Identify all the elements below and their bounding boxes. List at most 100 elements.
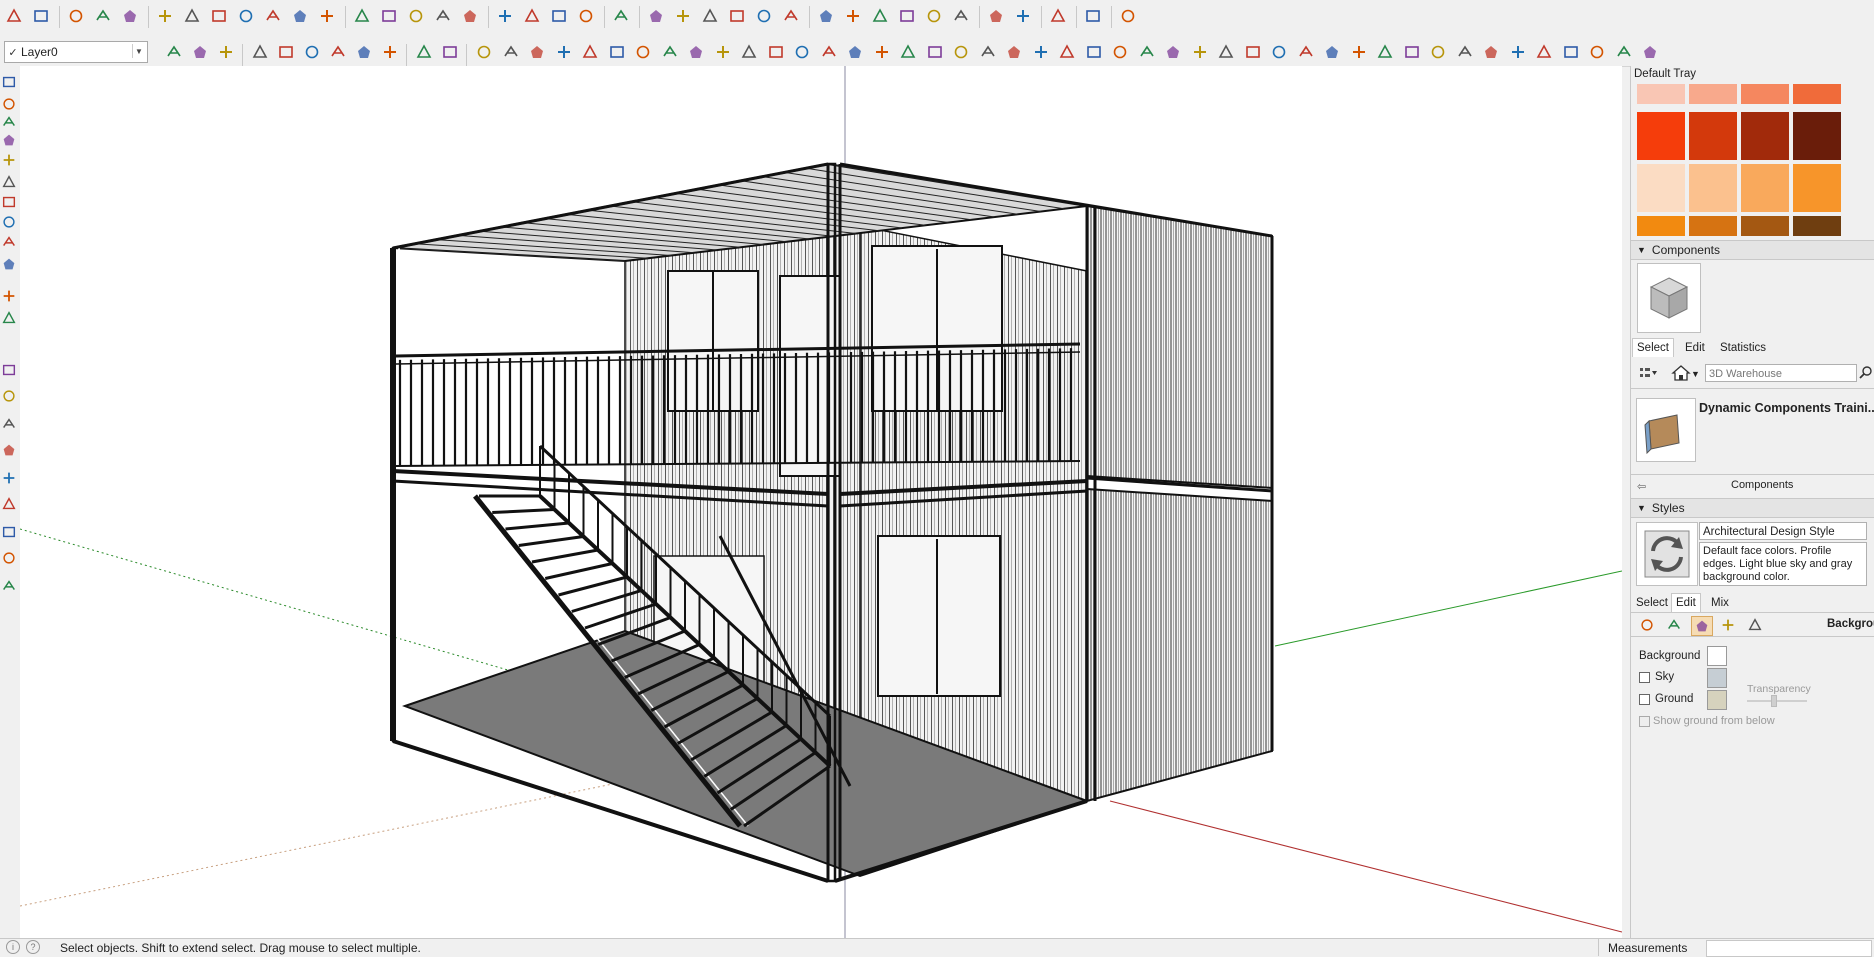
plugin-tool-icon[interactable] bbox=[872, 42, 892, 62]
blue-arrow-icon[interactable] bbox=[1, 416, 17, 432]
plugin-tool-icon[interactable] bbox=[1561, 42, 1581, 62]
material-swatch[interactable] bbox=[1741, 164, 1789, 212]
image-igloo-icon[interactable] bbox=[1, 496, 17, 512]
plugin-tool-icon[interactable] bbox=[1004, 42, 1024, 62]
paste-icon[interactable] bbox=[302, 42, 322, 62]
plugin-tool-icon[interactable] bbox=[1216, 42, 1236, 62]
material-swatch[interactable] bbox=[1689, 164, 1737, 212]
ruby-icon[interactable] bbox=[576, 6, 596, 26]
plugin-tool-icon[interactable] bbox=[925, 42, 945, 62]
plugin-tool-icon[interactable] bbox=[792, 42, 812, 62]
zoom-extents-icon[interactable] bbox=[460, 6, 480, 26]
components-tab-select[interactable]: Select bbox=[1632, 338, 1674, 357]
material-swatch[interactable] bbox=[1637, 112, 1685, 160]
plugin-tool-icon[interactable] bbox=[527, 42, 547, 62]
plugin-tool-icon[interactable] bbox=[1587, 42, 1607, 62]
plugin-tool-icon[interactable] bbox=[1137, 42, 1157, 62]
drawing-viewport[interactable] bbox=[20, 66, 1622, 938]
push-pull-icon[interactable] bbox=[155, 6, 175, 26]
material-swatch[interactable] bbox=[1793, 112, 1841, 160]
material-swatch[interactable] bbox=[1793, 84, 1841, 104]
plugin-tool-icon[interactable] bbox=[1375, 42, 1395, 62]
house-plugin-icon[interactable] bbox=[1, 234, 17, 250]
plugin-tool-icon[interactable] bbox=[978, 42, 998, 62]
move-icon[interactable] bbox=[209, 6, 229, 26]
plugin-tool-icon[interactable] bbox=[1428, 42, 1448, 62]
hidden-line-icon[interactable] bbox=[870, 6, 890, 26]
walk-icon[interactable] bbox=[1, 74, 17, 90]
plugin-tool-icon[interactable] bbox=[1402, 42, 1422, 62]
view-back-icon[interactable] bbox=[754, 6, 774, 26]
material-swatch[interactable] bbox=[1741, 216, 1789, 236]
color-palette-icon[interactable] bbox=[1048, 6, 1068, 26]
material-swatch[interactable] bbox=[1689, 216, 1737, 236]
plugin-tool-icon[interactable] bbox=[1163, 42, 1183, 62]
red-hook-icon[interactable] bbox=[1, 550, 17, 566]
pencil-line-icon[interactable] bbox=[66, 6, 86, 26]
material-swatch[interactable] bbox=[1637, 84, 1685, 104]
rotate-icon[interactable] bbox=[236, 6, 256, 26]
plugin-tool-icon[interactable] bbox=[580, 42, 600, 62]
measurements-input[interactable] bbox=[1706, 940, 1872, 957]
scale-icon[interactable] bbox=[263, 6, 283, 26]
plugin-tool-icon[interactable] bbox=[1057, 42, 1077, 62]
show-ground-checkbox[interactable] bbox=[1639, 716, 1650, 727]
plugin-tool-icon[interactable] bbox=[1243, 42, 1263, 62]
plugin-tool-icon[interactable] bbox=[766, 42, 786, 62]
background-color-swatch[interactable] bbox=[1707, 646, 1727, 666]
monochrome-icon[interactable] bbox=[951, 6, 971, 26]
tree-plugin-icon[interactable] bbox=[1, 174, 17, 190]
follow-me-icon[interactable] bbox=[182, 6, 202, 26]
material-swatch[interactable] bbox=[1637, 216, 1685, 236]
plugin-tool-icon[interactable] bbox=[1031, 42, 1051, 62]
search-icon[interactable] bbox=[1858, 364, 1874, 382]
modeling-settings-icon[interactable] bbox=[1745, 616, 1765, 634]
collection-title[interactable]: Dynamic Components Traini... bbox=[1699, 401, 1874, 415]
plugin-tool-icon[interactable] bbox=[633, 42, 653, 62]
share-model-icon[interactable] bbox=[522, 6, 542, 26]
home-icon[interactable] bbox=[1671, 364, 1691, 382]
ground-checkbox[interactable] bbox=[1639, 694, 1650, 705]
warehouse-search-input[interactable]: 3D Warehouse bbox=[1705, 364, 1857, 382]
plugin-tool-icon[interactable] bbox=[474, 42, 494, 62]
xray-icon[interactable] bbox=[816, 6, 836, 26]
material-swatch[interactable] bbox=[1689, 84, 1737, 104]
pan-icon[interactable] bbox=[406, 6, 426, 26]
section-icon[interactable] bbox=[1, 132, 17, 148]
material-swatch[interactable] bbox=[1793, 164, 1841, 212]
rainbow-icon[interactable] bbox=[1, 578, 17, 594]
cut-icon[interactable] bbox=[250, 42, 270, 62]
undo-icon[interactable] bbox=[354, 42, 374, 62]
plugin-tool-icon[interactable] bbox=[1455, 42, 1475, 62]
plugin-tool-icon[interactable] bbox=[554, 42, 574, 62]
user-account-icon[interactable] bbox=[611, 6, 631, 26]
blue-plane-icon[interactable] bbox=[1, 388, 17, 404]
styles-tab-mix[interactable]: Mix bbox=[1707, 594, 1733, 612]
red-u-icon[interactable] bbox=[1, 524, 17, 540]
material-swatch[interactable] bbox=[1741, 84, 1789, 104]
components-panel-header[interactable]: ▼ Components bbox=[1631, 240, 1874, 260]
material-swatch[interactable] bbox=[1793, 216, 1841, 236]
plugin-tool-icon[interactable] bbox=[845, 42, 865, 62]
view-options-icon[interactable] bbox=[1637, 364, 1661, 382]
sun-shadow-icon[interactable] bbox=[1, 194, 17, 210]
plugin-tool-icon[interactable] bbox=[1508, 42, 1528, 62]
open-icon[interactable] bbox=[190, 42, 210, 62]
chevron-down-icon[interactable]: ▼ bbox=[132, 44, 145, 58]
layout-icon[interactable] bbox=[1083, 6, 1103, 26]
plugin-tool-icon[interactable] bbox=[1269, 42, 1289, 62]
axes-icon[interactable] bbox=[1, 152, 17, 168]
components-tab-statistics[interactable]: Statistics bbox=[1716, 339, 1770, 357]
extension-icon[interactable] bbox=[549, 6, 569, 26]
plugin-tool-icon[interactable] bbox=[713, 42, 733, 62]
section-plane-icon[interactable] bbox=[986, 6, 1006, 26]
freehand-arc-icon[interactable] bbox=[93, 6, 113, 26]
textured-icon[interactable] bbox=[924, 6, 944, 26]
background-settings-icon[interactable] bbox=[1691, 616, 1713, 636]
eraser-icon[interactable] bbox=[31, 6, 51, 26]
styles-panel-header[interactable]: ▼ Styles bbox=[1631, 498, 1874, 518]
view-left-icon[interactable] bbox=[781, 6, 801, 26]
settings-gears-icon[interactable] bbox=[1, 256, 17, 272]
face-settings-icon[interactable] bbox=[1664, 616, 1684, 634]
plugin-tool-icon[interactable] bbox=[1349, 42, 1369, 62]
